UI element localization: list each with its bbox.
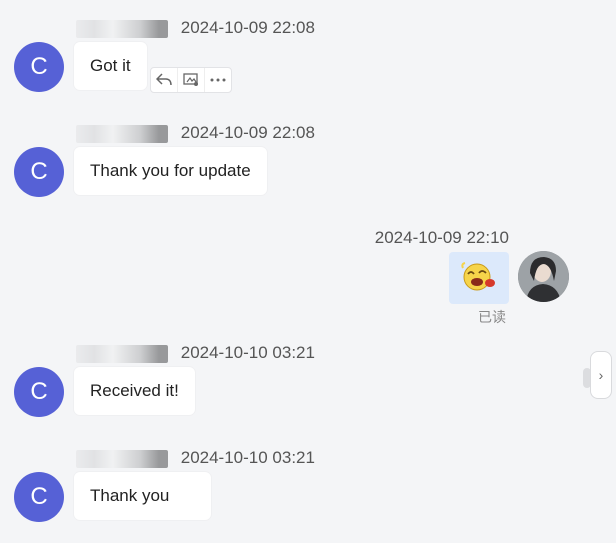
message-time: 2024-10-10 03:21 (180, 448, 315, 467)
message-text: Received it! (90, 381, 179, 400)
sender-avatar[interactable]: C (14, 367, 64, 417)
message-text: Thank you (90, 486, 170, 505)
reply-icon[interactable] (151, 68, 178, 92)
self-message-time: 2024-10-09 22:10 (374, 228, 509, 247)
message-bubble[interactable]: Thank you (74, 472, 212, 520)
message-meta: 2024-10-09 22:08 (76, 123, 315, 143)
avatar-letter: C (30, 483, 48, 510)
sender-avatar[interactable]: C (14, 42, 64, 92)
read-status: 已读 (478, 309, 506, 325)
message-text: Got it (90, 56, 131, 75)
message-time: 2024-10-09 22:08 (180, 18, 315, 37)
sender-avatar[interactable]: C (14, 472, 64, 522)
message-bubble[interactable]: Got it (74, 42, 147, 90)
message-text: Thank you for update (90, 161, 251, 180)
message-meta: 2024-10-10 03:21 (76, 448, 315, 468)
sender-name-redacted (76, 124, 168, 143)
chevron-right-icon: › (598, 367, 604, 383)
quote-icon[interactable] (178, 68, 205, 92)
more-icon[interactable] (205, 68, 231, 92)
avatar-letter: C (30, 158, 48, 185)
message-meta: 2024-10-09 22:08 (76, 18, 315, 38)
sender-name-redacted (76, 19, 168, 38)
sender-name-redacted (76, 449, 168, 468)
self-message-bubble[interactable] (449, 252, 509, 304)
message-bubble[interactable]: Received it! (74, 367, 195, 415)
message-time: 2024-10-09 22:08 (180, 123, 315, 142)
avatar-letter: C (30, 53, 48, 80)
expand-panel-button[interactable]: › (590, 351, 612, 399)
sender-name-redacted (76, 344, 168, 363)
message-actions (150, 67, 232, 93)
message-meta: 2024-10-10 03:21 (76, 343, 315, 363)
message-bubble[interactable]: Thank you for update (74, 147, 267, 195)
message-time: 2024-10-10 03:21 (180, 343, 315, 362)
user-photo-icon (518, 251, 569, 302)
sender-avatar[interactable]: C (14, 147, 64, 197)
self-avatar[interactable] (518, 251, 569, 302)
laughing-emoji-sticker-icon (461, 262, 495, 291)
avatar-letter: C (30, 378, 48, 405)
